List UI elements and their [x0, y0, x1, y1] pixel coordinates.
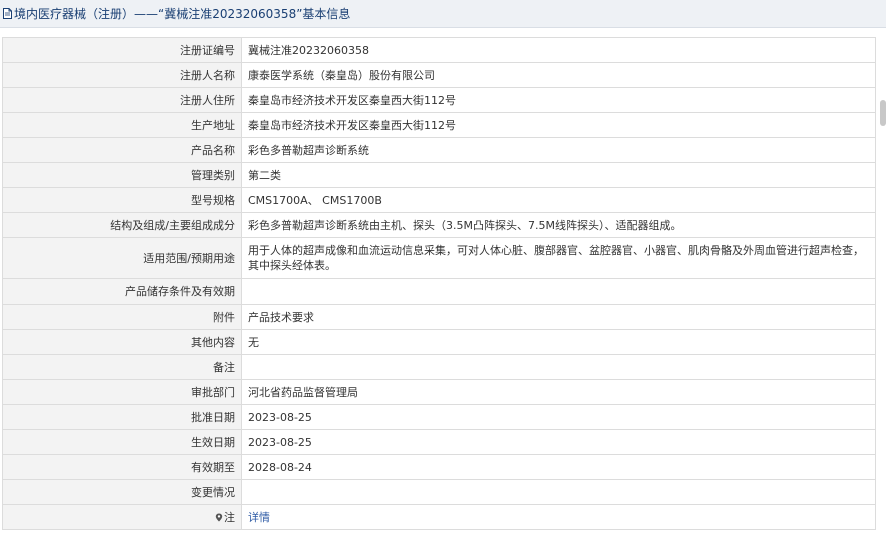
- table-row: 生产地址 秦皇岛市经济技术开发区秦皇西大街112号: [2, 112, 876, 138]
- row-value: 彩色多普勒超声诊断系统: [241, 137, 876, 163]
- row-label: 变更情况: [2, 479, 242, 505]
- row-value: 用于人体的超声成像和血流运动信息采集，可对人体心脏、腹部器官、盆腔器官、小器官、…: [241, 237, 876, 279]
- row-value: 产品技术要求: [241, 304, 876, 330]
- note-label-cell: 注: [2, 504, 242, 530]
- table-row: 注册人名称 康泰医学系统（秦皇岛）股份有限公司: [2, 62, 876, 88]
- row-label: 产品名称: [2, 137, 242, 163]
- row-value: 冀械注准20232060358: [241, 37, 876, 63]
- row-label: 审批部门: [2, 379, 242, 405]
- row-label: 产品储存条件及有效期: [2, 278, 242, 305]
- table-row: 适用范围/预期用途 用于人体的超声成像和血流运动信息采集，可对人体心脏、腹部器官…: [2, 237, 876, 279]
- table-row: 结构及组成/主要组成成分 彩色多普勒超声诊断系统由主机、探头（3.5M凸阵探头、…: [2, 212, 876, 238]
- row-label: 注册人住所: [2, 87, 242, 113]
- table-row: 注册人住所 秦皇岛市经济技术开发区秦皇西大街112号: [2, 87, 876, 113]
- row-label: 管理类别: [2, 162, 242, 188]
- details-link[interactable]: 详情: [248, 511, 270, 524]
- row-label: 批准日期: [2, 404, 242, 430]
- info-table-container: 注册证编号 冀械注准20232060358 注册人名称 康泰医学系统（秦皇岛）股…: [2, 37, 876, 530]
- row-value: 河北省药品监督管理局: [241, 379, 876, 405]
- info-table: 注册证编号 冀械注准20232060358 注册人名称 康泰医学系统（秦皇岛）股…: [2, 37, 876, 530]
- row-value: 无: [241, 329, 876, 355]
- row-value: 第二类: [241, 162, 876, 188]
- document-icon: [3, 8, 12, 19]
- page-title: 境内医疗器械（注册）——“冀械注准20232060358”基本信息: [14, 7, 351, 21]
- table-row: 产品名称 彩色多普勒超声诊断系统: [2, 137, 876, 163]
- row-label: 备注: [2, 354, 242, 380]
- row-label: 附件: [2, 304, 242, 330]
- table-row: 批准日期 2023-08-25: [2, 404, 876, 430]
- table-row: 审批部门 河北省药品监督管理局: [2, 379, 876, 405]
- row-label: 其他内容: [2, 329, 242, 355]
- row-label: 生效日期: [2, 429, 242, 455]
- table-row: 其他内容 无: [2, 329, 876, 355]
- table-row: 管理类别 第二类: [2, 162, 876, 188]
- table-row-note: 注 详情: [2, 504, 876, 530]
- row-value: [241, 278, 876, 305]
- row-label: 型号规格: [2, 187, 242, 213]
- row-label: 注册证编号: [2, 37, 242, 63]
- row-value: CMS1700A、 CMS1700B: [241, 187, 876, 213]
- row-value: 秦皇岛市经济技术开发区秦皇西大街112号: [241, 112, 876, 138]
- row-label: 有效期至: [2, 454, 242, 480]
- row-value: 2023-08-25: [241, 429, 876, 455]
- table-row: 型号规格 CMS1700A、 CMS1700B: [2, 187, 876, 213]
- table-row: 产品储存条件及有效期: [2, 278, 876, 305]
- scrollbar-thumb[interactable]: [880, 100, 886, 126]
- row-value: 彩色多普勒超声诊断系统由主机、探头（3.5M凸阵探头、7.5M线阵探头）、适配器…: [241, 212, 876, 238]
- row-label: 注册人名称: [2, 62, 242, 88]
- note-label: 注: [224, 510, 235, 524]
- table-row: 生效日期 2023-08-25: [2, 429, 876, 455]
- row-value: 康泰医学系统（秦皇岛）股份有限公司: [241, 62, 876, 88]
- page-header: 境内医疗器械（注册）——“冀械注准20232060358”基本信息: [0, 0, 886, 28]
- row-label: 适用范围/预期用途: [2, 237, 242, 279]
- row-value: 秦皇岛市经济技术开发区秦皇西大街112号: [241, 87, 876, 113]
- map-pin-icon: [215, 511, 223, 521]
- table-row: 备注: [2, 354, 876, 380]
- row-label: 生产地址: [2, 112, 242, 138]
- note-value-cell: 详情: [241, 504, 876, 530]
- row-value: [241, 354, 876, 380]
- row-value: [241, 479, 876, 505]
- table-row: 附件 产品技术要求: [2, 304, 876, 330]
- row-value: 2028-08-24: [241, 454, 876, 480]
- row-value: 2023-08-25: [241, 404, 876, 430]
- table-row: 有效期至 2028-08-24: [2, 454, 876, 480]
- row-label: 结构及组成/主要组成成分: [2, 212, 242, 238]
- table-row: 变更情况: [2, 479, 876, 505]
- table-row: 注册证编号 冀械注准20232060358: [2, 37, 876, 63]
